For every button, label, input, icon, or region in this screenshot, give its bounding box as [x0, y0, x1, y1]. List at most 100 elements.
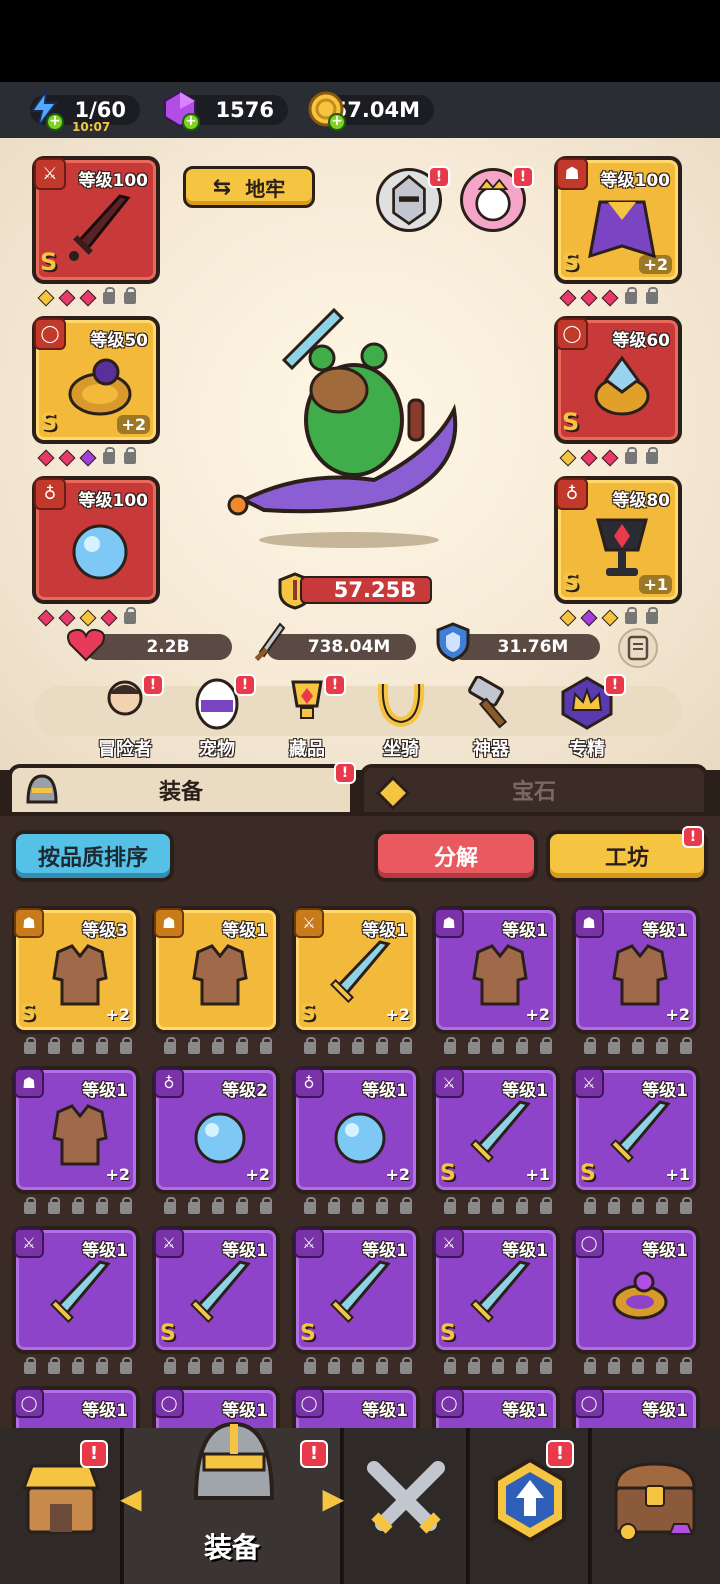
inventory-item[interactable]: ⚔ 等级1 S +1 [432, 1066, 560, 1194]
lock-icon [468, 1357, 480, 1374]
lock-icon [124, 607, 136, 624]
item-level: 等级1 [642, 1241, 688, 1261]
alert-badge: ! [234, 674, 256, 696]
plus-badge: +2 [639, 255, 672, 274]
lock-icon [444, 1197, 456, 1214]
slot-level: 等级60 [612, 331, 670, 351]
lock-icon [304, 1197, 316, 1214]
chevron-right-icon[interactable]: ▶ [322, 1482, 344, 1515]
lock-icon [120, 1197, 132, 1214]
heart-icon [67, 628, 105, 662]
quality-badge: S [580, 1161, 596, 1186]
lock-icon [492, 1197, 504, 1214]
lock-icon [124, 447, 136, 464]
bottom-tab-upgrade[interactable]: ! [470, 1428, 590, 1584]
add-gold-icon[interactable]: + [328, 113, 346, 131]
ring-type-icon: ◯ [34, 318, 66, 350]
nav-mount[interactable]: 坐骑 [366, 676, 436, 761]
ring-type-icon: ◯ [294, 1388, 324, 1418]
inventory-item[interactable]: ♁ 等级1 +2 [292, 1066, 420, 1194]
bottom-tab-shop[interactable]: ! [0, 1428, 122, 1584]
necklace-item-icon [194, 1112, 246, 1164]
inventory-item[interactable]: ♁ 等级2 +2 [152, 1066, 280, 1194]
chevron-left-icon[interactable]: ◀ [120, 1482, 142, 1515]
inventory-item[interactable]: ◯ 等级1 [572, 1386, 700, 1428]
add-energy-icon[interactable]: + [46, 113, 64, 131]
bottom-tab-treasure[interactable] [592, 1428, 720, 1584]
plus-badge: +2 [105, 1005, 130, 1024]
item-level: 等级1 [222, 1241, 268, 1261]
inventory-item[interactable]: ☗ 等级1 +2 [572, 906, 700, 1034]
inventory-item[interactable]: ◯ 等级1 [12, 1386, 140, 1428]
inventory-item[interactable]: ☗ 等级1 [152, 906, 280, 1034]
lock-icon [625, 607, 637, 624]
inventory-item[interactable]: ⚔ 等级1 S [292, 1226, 420, 1354]
gem-sockets [584, 1357, 692, 1376]
inventory-item[interactable]: ⚔ 等级1 S [432, 1226, 560, 1354]
item-level: 等级1 [502, 1241, 548, 1261]
necklace-type-icon: ♁ [556, 478, 588, 510]
equip-slot-necklace[interactable]: ♁ 等级100 [32, 476, 160, 604]
necklace-type-icon: ♁ [34, 478, 66, 510]
lock-icon [72, 1357, 84, 1374]
armor-type-icon: ☗ [574, 908, 604, 938]
nav-label: 专精 [569, 739, 605, 760]
plus-badge: +1 [525, 1165, 550, 1184]
gem-sockets [444, 1197, 552, 1216]
inventory-item[interactable]: ☗ 等级3 S +2 [12, 906, 140, 1034]
inventory-item[interactable]: ◯ 等级1 [432, 1386, 560, 1428]
add-gem-icon[interactable]: + [182, 113, 200, 131]
alert-badge: ! [428, 166, 450, 188]
inventory-item[interactable]: ☗ 等级1 +2 [432, 906, 560, 1034]
equip-slot-ring-2[interactable]: ◯ 等级60 S [554, 316, 682, 444]
lock-icon [24, 1037, 36, 1054]
player-character[interactable] [224, 300, 474, 550]
bottom-tab-equipment[interactable]: ◀ ▶ ! 装备 [120, 1421, 344, 1584]
inventory-item[interactable]: ☗ 等级1 +2 [12, 1066, 140, 1194]
helmet-icon [26, 774, 58, 804]
dungeon-label: 地牢 [245, 176, 286, 201]
lock-icon [516, 1357, 528, 1374]
dungeon-button[interactable]: ⇆ 地牢 [183, 166, 315, 208]
inventory-item[interactable]: ⚔ 等级1 S +1 [572, 1066, 700, 1194]
quality-badge: S [160, 1321, 176, 1346]
item-level: 等级1 [502, 1401, 548, 1421]
lock-icon [516, 1197, 528, 1214]
shield-icon [436, 622, 470, 662]
sword-item-icon [469, 1100, 531, 1164]
armor-item-icon [52, 1104, 108, 1166]
sword-item-icon [189, 1260, 251, 1324]
decompose-button[interactable]: 分解 [374, 830, 538, 882]
inventory-item[interactable]: ◯ 等级1 [292, 1386, 420, 1428]
bottom-tab-battle[interactable] [344, 1428, 468, 1584]
lock-icon [680, 1197, 692, 1214]
tab-equipment[interactable]: 装备 [8, 764, 354, 816]
lock-icon [24, 1357, 36, 1374]
equip-slot-weapon[interactable]: ⚔ 等级100 S [32, 156, 160, 284]
gold-counter[interactable]: + 57.04M [308, 91, 434, 131]
quality-badge: S [40, 408, 58, 436]
slot-level: 等级80 [612, 491, 670, 511]
lock-icon [646, 287, 658, 304]
lock-icon [608, 1357, 620, 1374]
lock-icon [468, 1197, 480, 1214]
tab-gems[interactable]: 宝石 [360, 764, 708, 816]
inventory-item[interactable]: ⚔ 等级1 S +2 [292, 906, 420, 1034]
plus-badge: +1 [665, 1165, 690, 1184]
stats-detail-button[interactable] [618, 628, 658, 668]
alert-badge: ! [604, 674, 626, 696]
nav-artifact[interactable]: 神器 [456, 675, 526, 761]
alert-badge: ! [142, 674, 164, 696]
equip-slot-necklace-2[interactable]: ♁ 等级80 S +1 [554, 476, 682, 604]
lock-icon [48, 1037, 60, 1054]
equip-slot-ring[interactable]: ◯ 等级50 S +2 [32, 316, 160, 444]
lock-icon [625, 287, 637, 304]
inventory-item[interactable]: ⚔ 等级1 [12, 1226, 140, 1354]
gem-counter[interactable]: + 1576 [164, 90, 288, 131]
equip-slot-armor[interactable]: ☗ 等级100 S +2 [554, 156, 682, 284]
inventory-item[interactable]: ◯ 等级1 [572, 1226, 700, 1354]
quality-badge: S [562, 568, 580, 596]
lock-icon [656, 1357, 668, 1374]
inventory-item[interactable]: ⚔ 等级1 S [152, 1226, 280, 1354]
sort-by-quality-button[interactable]: 按品质排序 [12, 830, 174, 882]
